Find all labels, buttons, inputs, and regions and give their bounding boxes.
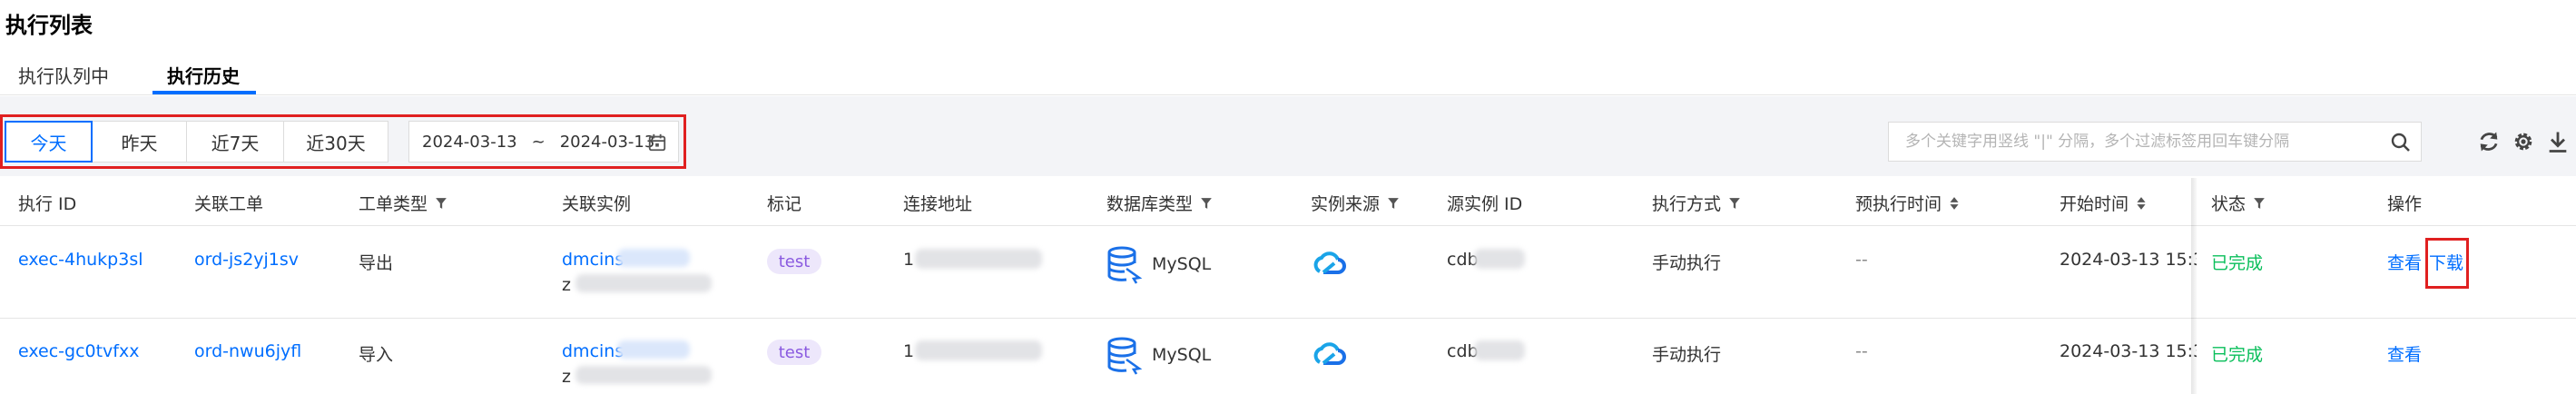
sort-icon[interactable] <box>1949 196 1960 211</box>
col-pre-time[interactable]: 预执行时间 <box>1855 191 1960 215</box>
download-highlight <box>2425 238 2469 289</box>
redacted-instance-name <box>575 366 712 384</box>
range-yesterday-button[interactable]: 昨天 <box>92 121 187 163</box>
tag-badge: test <box>767 340 821 365</box>
exec-mode: 手动执行 <box>1652 253 1722 273</box>
col-actions: 操作 <box>2387 194 2423 214</box>
view-link[interactable]: 查看 <box>2387 341 2422 366</box>
redacted-address <box>915 340 1042 360</box>
tab-history[interactable]: 执行历史 <box>167 62 240 88</box>
redacted-instance-id <box>617 340 690 359</box>
date-range-picker[interactable]: 2024-03-13 ~ 2024-03-13 <box>408 121 679 163</box>
exec-id-link[interactable]: exec-4hukp3sl <box>18 250 143 270</box>
page-title: 执行列表 <box>5 13 93 38</box>
order-type: 导出 <box>359 253 394 273</box>
sort-icon[interactable] <box>2136 196 2147 211</box>
view-link[interactable]: 查看 <box>2387 250 2422 274</box>
col-exec-id: 执行 ID <box>18 194 77 214</box>
redacted-instance-name <box>575 274 712 292</box>
date-separator: ~ <box>531 132 546 152</box>
refresh-icon[interactable] <box>2476 129 2502 154</box>
pre-exec-time: -- <box>1855 250 1868 270</box>
col-exec-mode[interactable]: 执行方式 <box>1652 191 1741 215</box>
row-divider <box>2197 318 2576 319</box>
instance-name: z <box>562 367 571 387</box>
tencent-cloud-icon <box>1313 251 1346 274</box>
tab-queue[interactable]: 执行队列中 <box>18 62 109 88</box>
filter-icon[interactable] <box>1200 197 1213 210</box>
filter-icon[interactable] <box>2253 197 2266 210</box>
row-divider <box>0 318 2576 319</box>
instance-name: z <box>562 275 571 295</box>
col-status[interactable]: 状态 <box>2211 191 2266 215</box>
search-input[interactable] <box>1903 132 2379 152</box>
exec-mode: 手动执行 <box>1652 345 1722 365</box>
search-icon[interactable] <box>2390 132 2412 153</box>
redacted-address <box>915 249 1042 269</box>
order-type: 导入 <box>359 345 394 365</box>
instance-link[interactable]: dmcins <box>562 250 624 270</box>
filter-icon[interactable] <box>1728 197 1741 210</box>
redacted-source-id <box>1474 340 1525 360</box>
search-field <box>1888 122 2422 162</box>
exec-id-link[interactable]: exec-gc0tvfxx <box>18 341 139 361</box>
filter-icon[interactable] <box>435 197 447 210</box>
status-completed: 已完成 <box>2211 253 2264 273</box>
mysql-database-icon <box>1107 246 1143 284</box>
col-tag: 标记 <box>767 194 802 214</box>
filter-icon[interactable] <box>1387 197 1400 210</box>
status-completed: 已完成 <box>2211 345 2264 365</box>
pre-exec-time: -- <box>1855 341 1868 361</box>
order-link[interactable]: ord-nwu6jyfl <box>194 341 301 361</box>
range-7days-button[interactable]: 近7天 <box>186 121 284 163</box>
download-icon[interactable] <box>2545 129 2571 154</box>
col-order: 关联工单 <box>194 194 264 214</box>
col-db-type[interactable]: 数据库类型 <box>1106 191 1213 215</box>
db-type: MySQL <box>1152 345 1212 365</box>
tabs-divider <box>0 94 2576 95</box>
tag-badge: test <box>767 249 821 274</box>
table-header: 执行 ID 关联工单 工单类型 关联实例 标记 连接地址 数据库类型 实例来源 … <box>0 178 2576 226</box>
mysql-database-icon <box>1107 337 1143 375</box>
date-end: 2024-03-13 <box>559 132 655 152</box>
db-type: MySQL <box>1152 254 1212 274</box>
range-today-button[interactable]: 今天 <box>5 121 93 163</box>
connection-address: 1 <box>903 250 915 270</box>
fixed-columns: 状态 操作 已完成 查看 下载 已完成 查看 <box>2197 178 2576 394</box>
connection-address: 1 <box>903 341 915 361</box>
redacted-instance-id <box>617 249 690 267</box>
tencent-cloud-icon <box>1313 342 1346 365</box>
col-instance: 关联实例 <box>562 194 632 214</box>
col-start-time[interactable]: 开始时间 <box>2060 191 2147 215</box>
order-link[interactable]: ord-js2yj1sv <box>194 250 299 270</box>
col-source-id: 源实例 ID <box>1447 194 1523 214</box>
col-address: 连接地址 <box>903 194 973 214</box>
range-30days-button[interactable]: 近30天 <box>283 121 388 163</box>
instance-link[interactable]: dmcins <box>562 341 624 361</box>
col-instance-source[interactable]: 实例来源 <box>1311 191 1400 215</box>
redacted-source-id <box>1474 249 1525 269</box>
col-order-type[interactable]: 工单类型 <box>359 191 447 215</box>
settings-icon[interactable] <box>2511 129 2536 154</box>
date-range-group: 今天 昨天 近7天 近30天 <box>5 121 388 163</box>
calendar-icon[interactable] <box>647 133 667 153</box>
date-start: 2024-03-13 <box>422 132 517 152</box>
fixed-header: 状态 操作 <box>2197 178 2576 226</box>
